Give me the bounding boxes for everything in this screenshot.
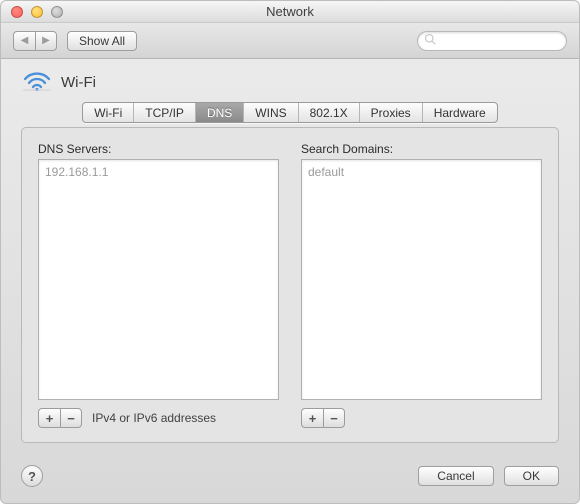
search-domains-column: Search Domains: default + −	[301, 142, 542, 428]
ok-button[interactable]: OK	[504, 466, 559, 486]
tabs: Wi-FiTCP/IPDNSWINS802.1XProxiesHardware	[82, 102, 497, 123]
close-icon[interactable]	[11, 6, 23, 18]
tab-dns[interactable]: DNS	[196, 103, 244, 122]
footer: ? Cancel OK	[1, 455, 579, 503]
toolbar: ◀ ▶ Show All	[1, 23, 579, 59]
chevron-left-icon: ◀	[21, 35, 29, 46]
help-button[interactable]: ?	[21, 465, 43, 487]
minus-icon: −	[330, 411, 338, 426]
chevron-right-icon: ▶	[42, 35, 50, 46]
remove-server-button[interactable]: −	[60, 408, 82, 428]
search-input[interactable]	[440, 34, 560, 48]
tab-proxies[interactable]: Proxies	[360, 103, 423, 122]
minus-icon: −	[67, 411, 75, 426]
tab-wins[interactable]: WINS	[244, 103, 298, 122]
tab-tcp-ip[interactable]: TCP/IP	[134, 103, 196, 122]
section-header: Wi-Fi	[1, 59, 579, 100]
tab-wi-fi[interactable]: Wi-Fi	[83, 103, 134, 122]
plus-icon: +	[309, 411, 317, 426]
dns-servers-label: DNS Servers:	[38, 142, 279, 156]
search-domains-label: Search Domains:	[301, 142, 542, 156]
add-server-button[interactable]: +	[38, 408, 60, 428]
dns-panel: DNS Servers: 192.168.1.1 + − IPv4 or IPv…	[21, 127, 559, 443]
plus-icon: +	[46, 411, 54, 426]
tab-row: Wi-FiTCP/IPDNSWINS802.1XProxiesHardware	[1, 102, 579, 123]
help-icon: ?	[28, 469, 36, 484]
show-all-button[interactable]: Show All	[67, 31, 137, 51]
wifi-icon	[23, 71, 51, 94]
list-item[interactable]: default	[308, 163, 535, 181]
dns-servers-controls: + − IPv4 or IPv6 addresses	[38, 408, 279, 428]
show-all-label: Show All	[79, 34, 125, 48]
cancel-label: Cancel	[437, 469, 474, 483]
tab-802-1x[interactable]: 802.1X	[299, 103, 360, 122]
minimize-icon[interactable]	[31, 6, 43, 18]
traffic-lights	[1, 6, 63, 18]
dns-hint: IPv4 or IPv6 addresses	[92, 411, 216, 425]
ok-label: OK	[523, 469, 540, 483]
back-button[interactable]: ◀	[13, 31, 35, 51]
nav-group: ◀ ▶	[13, 31, 57, 51]
search-domains-controls: + −	[301, 408, 542, 428]
section-title: Wi-Fi	[61, 74, 96, 91]
search-domains-list[interactable]: default	[301, 159, 542, 400]
forward-button[interactable]: ▶	[35, 31, 57, 51]
remove-domain-button[interactable]: −	[323, 408, 345, 428]
search-field[interactable]	[417, 31, 567, 51]
list-item[interactable]: 192.168.1.1	[45, 163, 272, 181]
dns-servers-column: DNS Servers: 192.168.1.1 + − IPv4 or IPv…	[38, 142, 279, 428]
window-title: Network	[1, 4, 579, 19]
window: Network ◀ ▶ Show All	[0, 0, 580, 504]
tab-hardware[interactable]: Hardware	[423, 103, 497, 122]
zoom-icon[interactable]	[51, 6, 63, 18]
add-domain-button[interactable]: +	[301, 408, 323, 428]
titlebar: Network	[1, 1, 579, 23]
search-icon	[424, 33, 436, 48]
cancel-button[interactable]: Cancel	[418, 466, 493, 486]
dns-servers-list[interactable]: 192.168.1.1	[38, 159, 279, 400]
